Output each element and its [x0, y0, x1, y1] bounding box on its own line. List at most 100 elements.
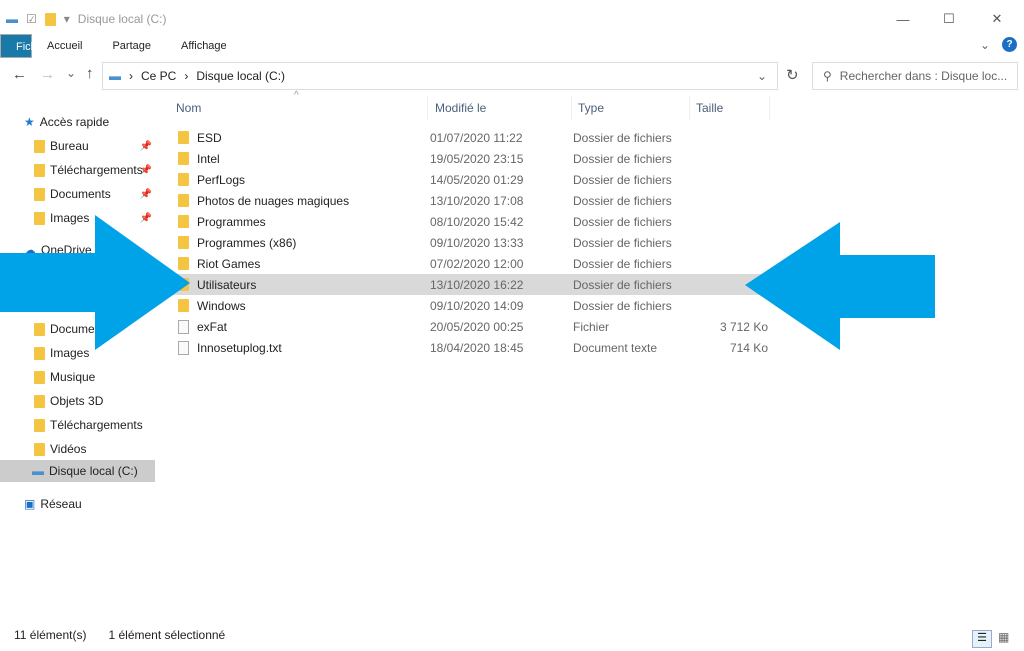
file-icon	[178, 340, 189, 355]
forward-button[interactable]: →	[40, 66, 55, 83]
column-header-taille[interactable]: Taille	[690, 96, 770, 120]
file-name-cell: Utilisateurs	[170, 278, 430, 292]
address-bar[interactable]: ▬ › Ce PC › Disque local (C:) ⌄	[102, 62, 778, 90]
file-name-cell: exFat	[170, 319, 430, 334]
search-input[interactable]: Rechercher dans : Disque loc...	[840, 69, 1007, 83]
file-name: Riot Games	[197, 256, 261, 271]
search-box[interactable]: ⚲ Rechercher dans : Disque loc...	[812, 62, 1018, 90]
sidebar-item-bureau[interactable]: Bureau 📌	[34, 135, 154, 157]
pin-icon: 📌	[139, 164, 152, 176]
folder-icon	[178, 152, 189, 165]
details-view-button[interactable]: ☰	[972, 630, 992, 648]
up-button[interactable]: ↑	[86, 65, 94, 82]
close-button[interactable]: ✕	[974, 4, 1020, 34]
sidebar-item-disque-local[interactable]: ▬ Disque local (C:)	[0, 460, 155, 482]
file-row[interactable]: Utilisateurs 13/10/2020 16:22 Dossier de f…	[170, 274, 770, 295]
file-name-cell: Windows	[170, 299, 430, 313]
file-name: Utilisateurs	[197, 277, 257, 292]
address-dropdown-button[interactable]: ⌄	[757, 69, 767, 83]
help-icon[interactable]: ?	[1002, 37, 1017, 52]
back-button[interactable]: ←	[12, 66, 27, 83]
file-row[interactable]: Photos de nuages magiques 13/10/2020 17:0…	[170, 190, 770, 211]
folder-icon	[34, 322, 45, 336]
modified-date: 20/05/2020 00:25	[430, 319, 524, 334]
folder-icon	[178, 131, 189, 144]
new-folder-icon[interactable]	[44, 12, 56, 26]
column-header-modifie[interactable]: Modifié le	[429, 96, 572, 120]
item-count: 11 élément(s)	[14, 628, 87, 642]
file-size: 3 712 Ko	[719, 319, 768, 334]
minimize-button[interactable]: —	[880, 4, 926, 34]
column-header-nom[interactable]: Nom	[170, 96, 428, 120]
column-header-type[interactable]: Type	[572, 96, 690, 120]
pin-icon: 📌	[139, 188, 152, 200]
customize-toolbar-icon[interactable]: ▾	[64, 12, 70, 26]
folder-icon	[34, 139, 45, 153]
drive-icon: ▬	[6, 12, 18, 26]
sidebar-item-pc-images[interactable]: Images	[34, 342, 154, 364]
file-row[interactable]: Innosetuplog.txt 18/04/2020 18:45 Document…	[170, 337, 770, 358]
sidebar-item-telechargements[interactable]: Téléchargements 📌	[34, 159, 154, 181]
modified-date: 18/04/2020 18:45	[430, 340, 524, 355]
refresh-button[interactable]: ↻	[786, 66, 799, 84]
recent-locations-button[interactable]: ⌄	[66, 66, 76, 80]
file-icon	[178, 319, 189, 334]
expand-ribbon-icon[interactable]: ⌄	[980, 38, 990, 52]
title-bar: ▬ ☑ ▾ Disque local (C:)	[0, 4, 1024, 34]
arrow-left-annotation	[745, 222, 935, 350]
sidebar-item-documents[interactable]: Documents 📌	[34, 183, 154, 205]
file-name: Programmes	[197, 214, 266, 229]
tab-affichage[interactable]: Affichage	[166, 34, 242, 58]
file-type: Dossier de fichiers	[573, 193, 672, 208]
file-name-cell: Innosetuplog.txt	[170, 340, 430, 355]
file-row[interactable]: Riot Games 07/02/2020 12:00 Dossier de fic…	[170, 253, 770, 274]
sidebar-item-onedrive[interactable]: ☁ OneDrive	[24, 239, 144, 261]
modified-date: 09/10/2020 13:33	[430, 235, 524, 250]
file-row[interactable]: ESD 01/07/2020 11:22 Dossier de fichiers	[170, 127, 770, 148]
file-name-cell: Riot Games	[170, 257, 430, 271]
tab-fichier[interactable]: Fichier	[0, 34, 49, 58]
tab-accueil[interactable]: Accueil	[32, 34, 97, 58]
sidebar-item-musique[interactable]: Musique	[34, 366, 154, 388]
folder-icon	[178, 236, 189, 249]
file-size: 714 Ko	[729, 340, 768, 355]
modified-date: 13/10/2020 17:08	[430, 193, 524, 208]
folder-icon	[178, 194, 189, 207]
folder-icon	[34, 418, 45, 432]
tab-partage[interactable]: Partage	[97, 34, 166, 58]
sidebar-item-pc-documents[interactable]: Documents	[34, 318, 154, 340]
file-name: Programmes (x86)	[197, 235, 297, 250]
large-icons-view-button[interactable]: ▦	[998, 630, 1009, 644]
sidebar-item-objets-3d[interactable]: Objets 3D	[34, 390, 154, 412]
file-name-cell: ESD	[170, 131, 430, 145]
maximize-button[interactable]: ☐	[926, 4, 972, 34]
sidebar-item-reseau[interactable]: ▣ Réseau	[24, 493, 144, 515]
file-row[interactable]: Intel 19/05/2020 23:15 Dossier de fichiers	[170, 148, 770, 169]
window-title: Disque local (C:)	[77, 12, 167, 26]
folder-icon	[34, 442, 45, 456]
file-row[interactable]: Programmes 08/10/2020 15:42 Dossier de fic…	[170, 211, 770, 232]
sidebar-item-pc-telechargements[interactable]: Téléchargements	[34, 414, 154, 436]
file-type: Dossier de fichiers	[573, 130, 672, 145]
file-type: Dossier de fichiers	[573, 256, 672, 271]
sidebar-item-images[interactable]: Images 📌	[34, 207, 154, 229]
folder-icon	[178, 299, 189, 312]
file-row[interactable]: PerfLogs 14/05/2020 01:29 Dossier de fichi…	[170, 169, 770, 190]
file-name: ESD	[197, 130, 222, 145]
file-row[interactable]: exFat 20/05/2020 00:25 Fichier 3 712 Ko	[170, 316, 770, 337]
breadcrumb-ce-pc[interactable]: Ce PC	[141, 69, 176, 83]
sidebar-item-acces-rapide[interactable]: ★ Accès rapide	[24, 111, 144, 133]
file-type: Document texte	[573, 340, 658, 355]
modified-date: 19/05/2020 23:15	[430, 151, 524, 166]
breadcrumb-disque-local[interactable]: Disque local (C:)	[196, 69, 285, 83]
file-type: Dossier de fichiers	[573, 298, 672, 313]
folder-icon	[34, 211, 45, 225]
file-name: Innosetuplog.txt	[197, 340, 282, 355]
file-row[interactable]: Windows 09/10/2020 14:09 Dossier de fichie…	[170, 295, 770, 316]
file-type: Dossier de fichiers	[573, 214, 672, 229]
file-name: PerfLogs	[197, 172, 246, 187]
file-type: Dossier de fichiers	[573, 151, 672, 166]
sidebar-item-videos[interactable]: Vidéos	[34, 438, 154, 460]
file-row[interactable]: Programmes (x86) 09/10/2020 13:33 Dossier …	[170, 232, 770, 253]
properties-icon[interactable]: ☑	[26, 12, 37, 26]
